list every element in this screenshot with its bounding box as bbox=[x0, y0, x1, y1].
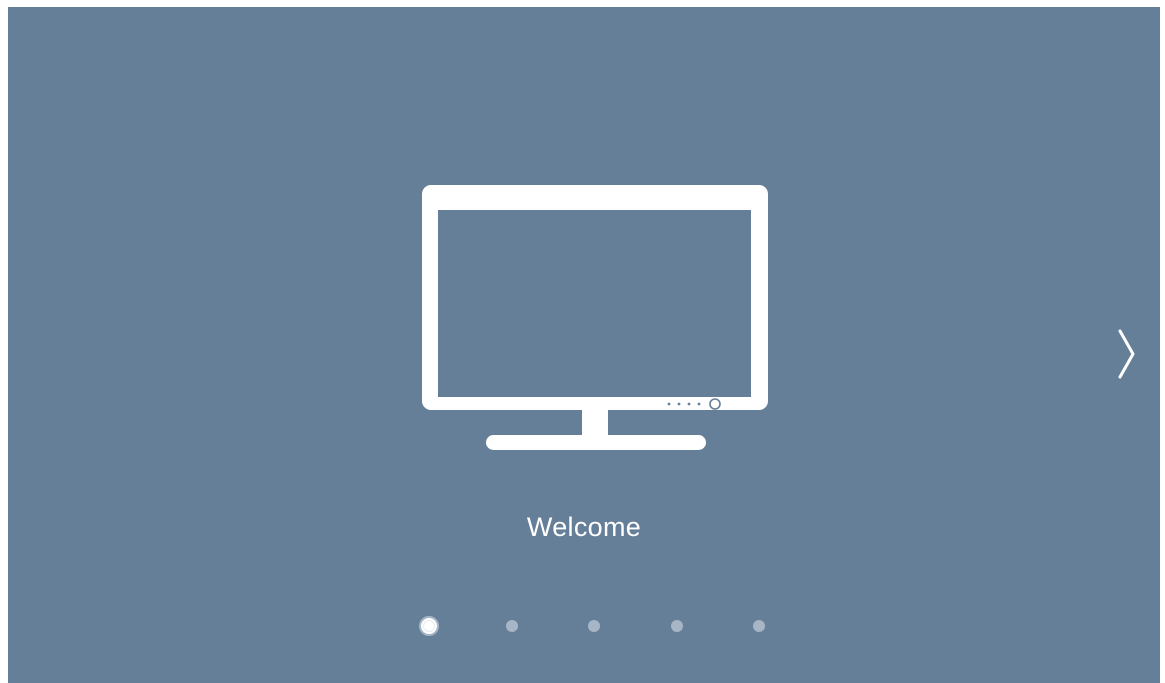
page-dot-4[interactable] bbox=[670, 620, 683, 632]
monitor-icon bbox=[422, 185, 768, 464]
page-dot-3[interactable] bbox=[588, 620, 600, 632]
next-button[interactable] bbox=[1108, 319, 1142, 379]
page-dot-2[interactable] bbox=[505, 620, 518, 632]
page-title: Welcome bbox=[526, 512, 642, 542]
page-indicator bbox=[8, 613, 1160, 637]
setup-welcome-screen: Welcome bbox=[8, 7, 1160, 683]
chevron-right-icon bbox=[1118, 329, 1135, 379]
page-dot-5[interactable] bbox=[753, 620, 765, 632]
page-dot-1[interactable] bbox=[419, 616, 439, 636]
